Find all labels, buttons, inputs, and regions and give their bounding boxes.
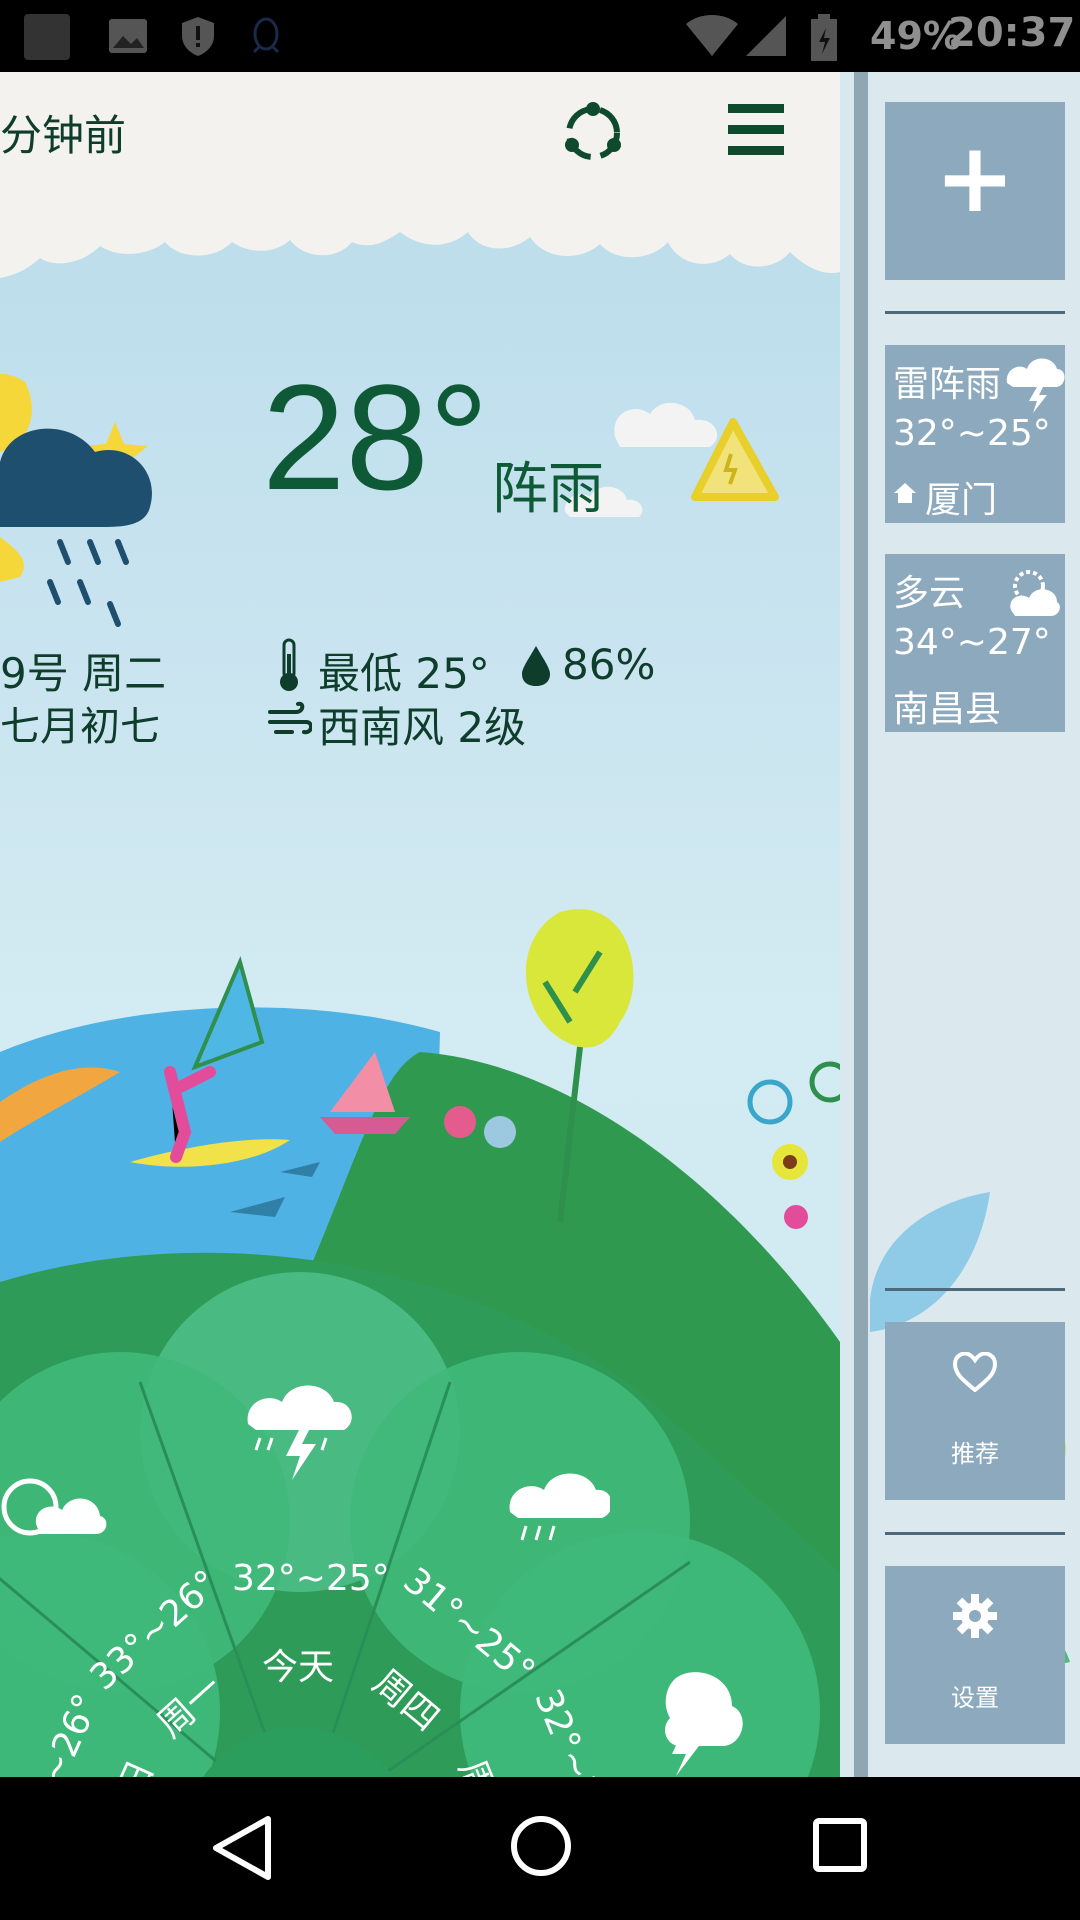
- city-card-nanchang[interactable]: 多云 34°~27° 南昌县: [885, 554, 1065, 732]
- signal-icon: [746, 16, 786, 56]
- settings-button[interactable]: 设置: [885, 1566, 1065, 1744]
- forecast-range: 32°~25°: [232, 1558, 390, 1599]
- shower-night-icon: [0, 373, 152, 627]
- status-bar: 49% 20:37: [0, 0, 1080, 72]
- city-card-xiamen[interactable]: 雷阵雨 32°~25° 厦门: [885, 345, 1065, 523]
- heart-icon: [953, 1352, 997, 1392]
- app-icon: [24, 14, 70, 60]
- wind-icon: [268, 701, 312, 735]
- lunar-date-label: 七月初七: [0, 704, 160, 750]
- thermometer-icon: [280, 638, 298, 691]
- navigation-bar: [0, 1777, 1080, 1920]
- thunderstorm-icon: [1006, 358, 1065, 413]
- menu-icon[interactable]: [728, 100, 784, 160]
- partly-cloudy-icon: [1010, 570, 1060, 616]
- wind-value: 西南风 2级: [318, 703, 527, 752]
- divider: [885, 1532, 1065, 1535]
- divider: [885, 1288, 1065, 1291]
- divider: [885, 311, 1065, 314]
- settings-label: 设置: [951, 1684, 999, 1712]
- add-icon: +: [934, 122, 1016, 234]
- update-time: 分钟前: [0, 111, 127, 160]
- current-condition: 阵雨: [492, 457, 604, 522]
- city-range: 34°~27°: [893, 622, 1051, 663]
- weather-panel: 分钟前 28° 阵雨 9号 周二 七月初七 最低 25° 86% 西南风 2级 …: [0, 72, 840, 1777]
- city-name: 厦门: [925, 480, 998, 521]
- current-temperature: 28°: [262, 353, 489, 521]
- refresh-icon[interactable]: [558, 98, 628, 168]
- thunderstorm-icon: [247, 1385, 352, 1480]
- image-icon: [109, 19, 147, 53]
- home-button[interactable]: [510, 1815, 572, 1877]
- city-sidebar: + 雷阵雨 32°~25° 厦门 多云 34°~27° 南昌县 推荐 设置: [870, 72, 1080, 1777]
- battery-icon: [811, 14, 837, 61]
- recommend-button[interactable]: 推荐: [885, 1322, 1065, 1500]
- date-label: 9号 周二: [0, 649, 167, 698]
- low-temperature: 最低 25°: [318, 649, 490, 698]
- thunder-rain-icon: [665, 1672, 743, 1776]
- city-condition: 雷阵雨: [893, 364, 1002, 405]
- home-icon: [894, 483, 916, 503]
- city-condition: 多云: [893, 573, 966, 614]
- back-button[interactable]: [210, 1815, 274, 1881]
- panel-divider[interactable]: [840, 72, 870, 1777]
- humidity-icon: [522, 646, 550, 686]
- partly-cloudy-icon: [1, 1478, 107, 1536]
- humidity-value: 86%: [562, 640, 656, 689]
- city-name: 南昌县: [893, 689, 1002, 730]
- recents-button[interactable]: [812, 1817, 868, 1873]
- recommend-label: 推荐: [951, 1440, 999, 1468]
- shield-icon: [182, 17, 214, 56]
- city-range: 32°~25°: [893, 413, 1051, 454]
- rain-icon: [509, 1473, 610, 1541]
- qq-icon: [252, 17, 280, 54]
- clock: 20:37: [948, 10, 1076, 56]
- add-city-button[interactable]: +: [885, 102, 1065, 280]
- forecast-day: 今天: [262, 1647, 335, 1688]
- gear-icon: [953, 1594, 997, 1638]
- wifi-icon: [686, 15, 738, 56]
